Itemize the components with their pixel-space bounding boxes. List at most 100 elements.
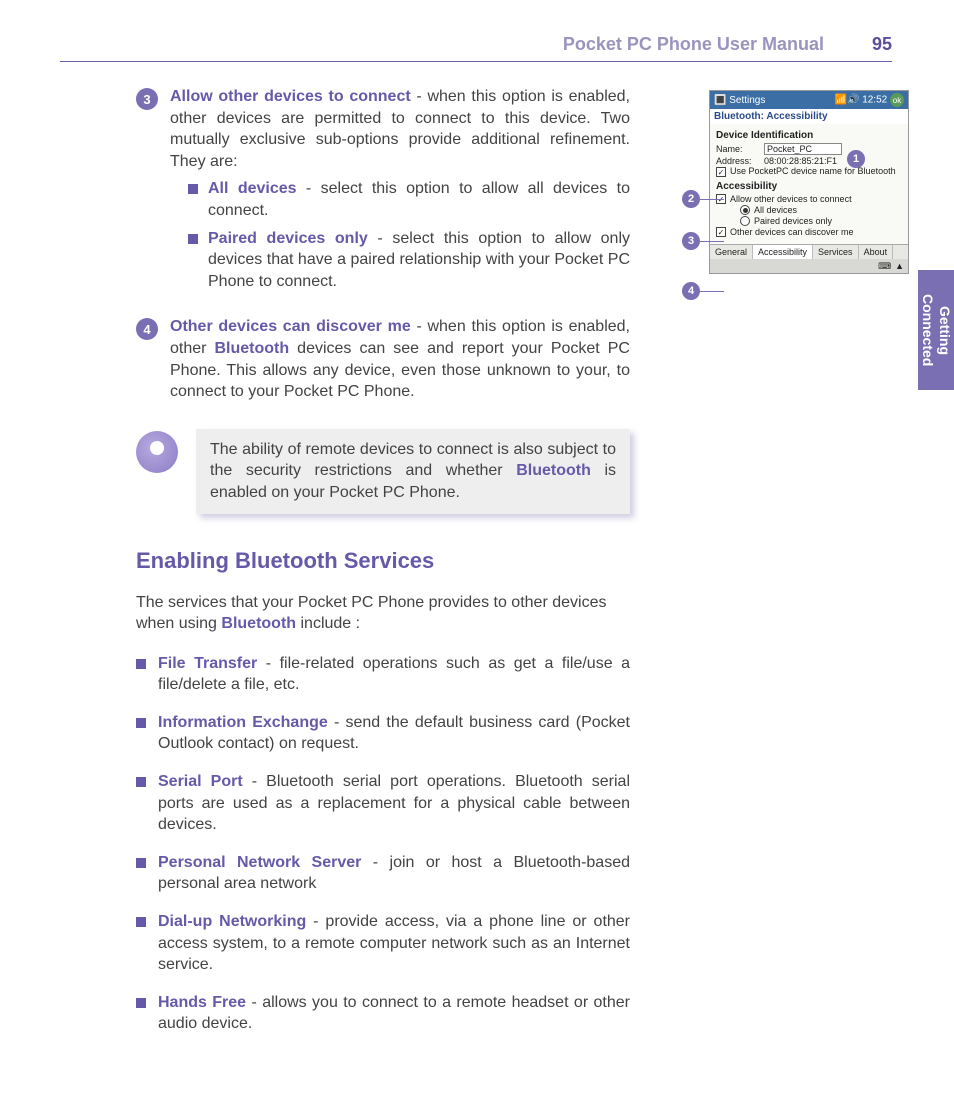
use-name-label: Use PocketPC device name for Bluetooth [730, 167, 896, 177]
bullet-icon [188, 234, 198, 244]
pocket-pc-screenshot: 🔳 Settings 📶🔊 12:52 ok Bluetooth: Access… [709, 90, 909, 274]
tab-about: About [859, 245, 894, 259]
service-body: Information Exchange - send the default … [158, 712, 630, 755]
bullet-icon [136, 718, 146, 728]
lead-line [700, 199, 724, 200]
discover-label: Other devices can discover me [730, 227, 854, 237]
screenshot-tabs: General Accessibility Services About [710, 244, 908, 259]
up-icon: ▲ [895, 261, 904, 271]
allow-connect-label: Allow other devices to connect [730, 194, 852, 204]
screenshot-footer: ⌨▲ [710, 259, 908, 273]
bullet-icon [188, 184, 198, 194]
callout-3-number: 3 [682, 232, 700, 250]
sub-item-body: Paired devices only - select this option… [208, 228, 630, 293]
discover-row: ✓ Other devices can discover me [716, 227, 902, 237]
service-personal-network: Personal Network Server - join or host a… [136, 852, 630, 895]
bullet-icon [136, 777, 146, 787]
section-accessibility: Accessibility [716, 181, 902, 192]
sub-item-title: All devices [208, 180, 297, 197]
radio-icon [740, 216, 750, 226]
callout-2: 2 [682, 190, 724, 208]
step-4-body: Other devices can discover me - when thi… [170, 316, 630, 402]
section-device-id: Device Identification [716, 130, 902, 141]
page-content: 3 Allow other devices to connect - when … [136, 86, 630, 1051]
service-info-exchange: Information Exchange - send the default … [136, 712, 630, 755]
service-dialup: Dial-up Networking - provide access, via… [136, 911, 630, 976]
step-3-body: Allow other devices to connect - when th… [170, 86, 630, 298]
step-3-title: Allow other devices to connect [170, 88, 411, 105]
tip-callout: The ability of remote devices to connect… [136, 429, 630, 514]
service-body: Dial-up Networking - provide access, via… [158, 911, 630, 976]
callout-3: 3 [682, 232, 724, 250]
step-4-title: Other devices can discover me [170, 318, 411, 335]
paired-only-row: Paired devices only [716, 216, 902, 226]
radio-icon [740, 205, 750, 215]
chapter-tab-label: Getting Connected [919, 270, 953, 390]
service-title: Information Exchange [158, 714, 328, 731]
section-heading: Enabling Bluetooth Services [136, 548, 630, 574]
service-title: Serial Port [158, 773, 243, 790]
section-intro: The services that your Pocket PC Phone p… [136, 592, 630, 635]
service-file-transfer: File Transfer - file-related operations … [136, 653, 630, 696]
service-serial-port: Serial Port - Bluetooth serial port oper… [136, 771, 630, 836]
services-list: File Transfer - file-related operations … [136, 653, 630, 1035]
allow-connect-row: ✓ Allow other devices to connect [716, 194, 902, 204]
screenshot-status: 📶🔊 12:52 ok [835, 93, 905, 107]
intro-text-1: The services that your Pocket PC Phone p… [136, 594, 606, 633]
screenshot-body: Device Identification Name: Pocket_PC Ad… [710, 124, 908, 244]
service-body: File Transfer - file-related operations … [158, 653, 630, 696]
all-devices-row: All devices [716, 205, 902, 215]
callout-1-number: 1 [847, 150, 865, 168]
tab-services: Services [813, 245, 859, 259]
sub-item-all-devices: All devices - select this option to allo… [188, 178, 630, 221]
bullet-icon [136, 858, 146, 868]
ok-icon: ok [890, 93, 904, 107]
service-body: Serial Port - Bluetooth serial port oper… [158, 771, 630, 836]
service-title: File Transfer [158, 655, 257, 672]
page-number: 95 [872, 34, 892, 55]
bluetooth-keyword: Bluetooth [221, 615, 296, 632]
service-hands-free: Hands Free - allows you to connect to a … [136, 992, 630, 1035]
lead-line [700, 291, 724, 292]
callout-4: 4 [682, 282, 724, 300]
tip-box: The ability of remote devices to connect… [196, 429, 630, 514]
intro-text-2: include : [296, 615, 360, 632]
bullet-icon [136, 659, 146, 669]
screenshot-app-title: 🔳 Settings [714, 95, 765, 106]
step-4-number: 4 [136, 318, 158, 340]
screenshot-subtitle: Bluetooth: Accessibility [710, 109, 908, 124]
checkbox-icon: ✓ [716, 167, 726, 177]
address-row: Address: 08:00:28:85:21:F1 [716, 156, 902, 166]
service-title: Hands Free [158, 994, 246, 1011]
address-label: Address: [716, 156, 760, 166]
sub-item-title: Paired devices only [208, 230, 368, 247]
service-title: Dial-up Networking [158, 913, 306, 930]
name-input: Pocket_PC [764, 143, 842, 155]
use-name-row: ✓ Use PocketPC device name for Bluetooth [716, 167, 902, 177]
callout-2-number: 2 [682, 190, 700, 208]
address-value: 08:00:28:85:21:F1 [764, 156, 837, 166]
sub-item-body: All devices - select this option to allo… [208, 178, 630, 221]
chapter-tab: Getting Connected [918, 270, 954, 390]
screenshot-titlebar: 🔳 Settings 📶🔊 12:52 ok [710, 91, 908, 109]
step-4: 4 Other devices can discover me - when t… [136, 316, 630, 402]
keyboard-icon: ⌨ [878, 261, 891, 272]
screenshot-illustration: 🔳 Settings 📶🔊 12:52 ok Bluetooth: Access… [684, 90, 909, 274]
tab-accessibility: Accessibility [753, 245, 813, 259]
paired-only-label: Paired devices only [754, 216, 832, 226]
sub-item-paired-only: Paired devices only - select this option… [188, 228, 630, 293]
bullet-icon [136, 917, 146, 927]
manual-title: Pocket PC Phone User Manual [563, 34, 824, 55]
lightbulb-icon [136, 431, 178, 473]
bluetooth-keyword: Bluetooth [516, 462, 591, 479]
bluetooth-keyword: Bluetooth [215, 340, 290, 357]
service-body: Hands Free - allows you to connect to a … [158, 992, 630, 1035]
name-row: Name: Pocket_PC [716, 143, 902, 155]
step-3-sublist: All devices - select this option to allo… [170, 178, 630, 292]
service-body: Personal Network Server - join or host a… [158, 852, 630, 895]
page-header: Pocket PC Phone User Manual 95 [60, 34, 892, 62]
service-title: Personal Network Server [158, 854, 361, 871]
bullet-icon [136, 998, 146, 1008]
callout-1: 1 [847, 150, 865, 168]
step-3: 3 Allow other devices to connect - when … [136, 86, 630, 298]
